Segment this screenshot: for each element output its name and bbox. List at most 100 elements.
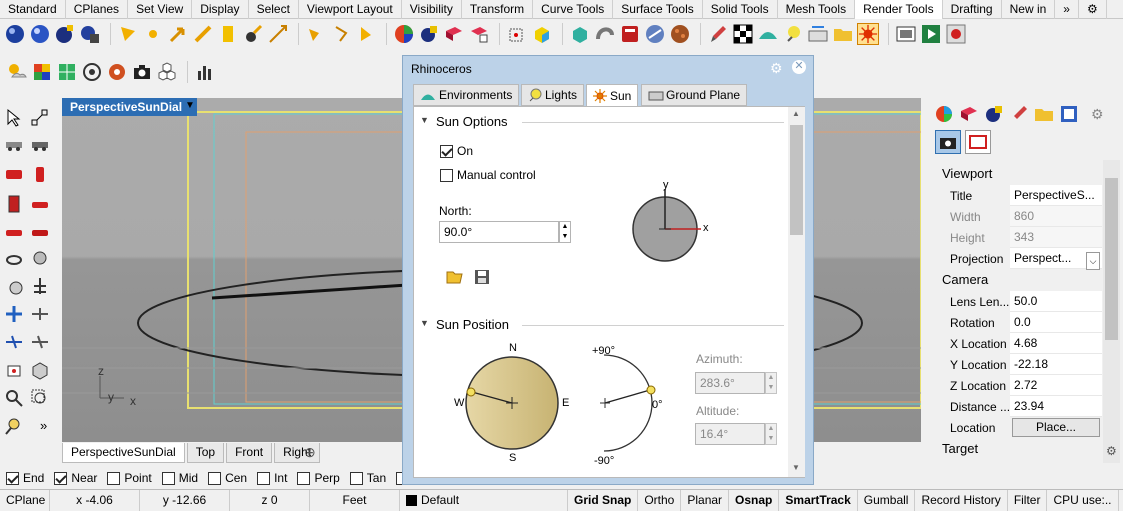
- camera-icon[interactable]: [131, 61, 153, 83]
- bounding-box-icon[interactable]: [506, 23, 528, 45]
- open-folder-icon[interactable]: [446, 269, 464, 285]
- place-button[interactable]: Place...: [1012, 418, 1100, 437]
- tab-ground-plane[interactable]: Ground Plane: [641, 84, 748, 106]
- keyboard-icon[interactable]: [807, 23, 829, 45]
- sun-panel-scrollbar[interactable]: ▲ ▼: [788, 107, 805, 477]
- record-icon[interactable]: [945, 23, 967, 45]
- red-cabinet-icon[interactable]: [4, 194, 24, 214]
- toolbar-tab-render-tools[interactable]: Render Tools: [855, 0, 943, 19]
- sun-icon[interactable]: [857, 23, 879, 45]
- viewport-tab-front[interactable]: Front: [226, 443, 273, 463]
- sun-panel-scroll-thumb[interactable]: [790, 125, 803, 235]
- directional-light-icon[interactable]: [167, 23, 189, 45]
- altitude-spinner[interactable]: ▲ ▼: [765, 423, 777, 445]
- add-viewport-icon[interactable]: ⊕: [304, 444, 316, 461]
- render-icon[interactable]: [54, 23, 76, 45]
- osnap-int[interactable]: Int: [257, 471, 287, 485]
- dialog-close-icon[interactable]: ✕: [792, 60, 806, 74]
- scroll-down-icon[interactable]: ▼: [792, 463, 800, 472]
- osnap-tan[interactable]: Tan: [349, 471, 386, 485]
- scroll-up-icon[interactable]: ▲: [792, 109, 800, 118]
- material-icon[interactable]: [418, 23, 440, 45]
- ring-icon[interactable]: [4, 248, 24, 268]
- status-layer[interactable]: Default: [400, 490, 568, 511]
- aperture-icon[interactable]: [106, 61, 128, 83]
- light-direction-icon[interactable]: [330, 23, 352, 45]
- toolbar-tab-drafting[interactable]: Drafting: [943, 0, 1002, 19]
- status-toggle-smarttrack[interactable]: SmartTrack: [779, 490, 858, 511]
- environment-map-icon[interactable]: [644, 23, 666, 45]
- osnap-point-box[interactable]: [107, 471, 121, 485]
- folder-icon[interactable]: [832, 23, 854, 45]
- osnap-perp[interactable]: Perp: [297, 471, 340, 485]
- material-tab-icon[interactable]: [958, 103, 980, 125]
- osnap-mid[interactable]: Mid: [161, 471, 198, 485]
- airplane-blue-icon[interactable]: [4, 332, 24, 352]
- red-car-icon[interactable]: [4, 164, 24, 184]
- prop-value[interactable]: -22.18: [1010, 354, 1102, 375]
- sun-options-collapse-icon[interactable]: ▼: [420, 115, 429, 125]
- red-wagon-icon[interactable]: [30, 222, 50, 242]
- light-target-icon[interactable]: [267, 23, 289, 45]
- osnap-end-box[interactable]: [6, 471, 19, 485]
- red-bottle-icon[interactable]: [30, 164, 50, 184]
- point-icon[interactable]: [30, 108, 50, 128]
- texture-icon[interactable]: [443, 23, 465, 45]
- toolbar-tab-display[interactable]: Display: [192, 0, 249, 19]
- decal-icon[interactable]: [468, 23, 490, 45]
- status-toggle-ortho[interactable]: Ortho: [638, 490, 682, 511]
- texture-mapping-icon[interactable]: [531, 23, 553, 45]
- status-toggle-record-history[interactable]: Record History: [915, 490, 1008, 511]
- sun-on-checkbox[interactable]: On: [440, 144, 473, 158]
- light-hotspot-icon[interactable]: [355, 23, 377, 45]
- status-toggle-osnap[interactable]: Osnap: [729, 490, 780, 511]
- toolbar-tab-transform[interactable]: Transform: [462, 0, 534, 19]
- flamingo-icon[interactable]: [594, 23, 616, 45]
- status-toggle-filter[interactable]: Filter: [1008, 490, 1048, 511]
- status-toggle-grid-snap[interactable]: Grid Snap: [568, 490, 639, 511]
- viewport-title[interactable]: PerspectiveSunDial: [62, 98, 197, 116]
- osnap-near-box[interactable]: [54, 471, 68, 485]
- linear-light-icon[interactable]: [192, 23, 214, 45]
- toolbar-tab-surface-tools[interactable]: Surface Tools: [613, 0, 703, 19]
- red-vehicle-icon[interactable]: [30, 194, 50, 214]
- osnap-near[interactable]: Near: [54, 471, 97, 485]
- help-tab-icon[interactable]: [1058, 103, 1080, 125]
- toolbar-tab-cplanes[interactable]: CPlanes: [66, 0, 129, 19]
- panel-settings-gear-icon[interactable]: ⚙: [1091, 106, 1104, 123]
- osnap-point[interactable]: Point: [107, 471, 152, 485]
- sun-on-box[interactable]: [440, 144, 453, 158]
- sphere-gray-icon[interactable]: [30, 248, 50, 268]
- zoom-gold-icon[interactable]: [4, 416, 24, 436]
- osnap-end[interactable]: End: [6, 471, 44, 485]
- toolbar-tab-standard[interactable]: Standard: [0, 0, 66, 19]
- lamp-grid-icon[interactable]: [56, 61, 78, 83]
- prop-value[interactable]: 0.0: [1010, 312, 1102, 333]
- lights-panel-icon[interactable]: [782, 23, 804, 45]
- osnap-cen-box[interactable]: [208, 471, 222, 485]
- toolbar-tab-mesh-tools[interactable]: Mesh Tools: [778, 0, 856, 19]
- prop-value[interactable]: PerspectiveS...: [1010, 185, 1102, 206]
- sphere-blue-icon[interactable]: [4, 23, 26, 45]
- grid-colors-icon[interactable]: [31, 61, 53, 83]
- tab-lights[interactable]: Lights: [521, 84, 585, 106]
- north-spinner[interactable]: ▲ ▼: [559, 221, 571, 243]
- viewport-tab-perspectivesundial[interactable]: PerspectiveSunDial: [62, 443, 185, 463]
- tab-environments[interactable]: Environments: [413, 84, 520, 106]
- mesh-box-icon[interactable]: [569, 23, 591, 45]
- play-icon[interactable]: [920, 23, 942, 45]
- sun-light-icon[interactable]: [242, 23, 264, 45]
- prop-value[interactable]: 50.0: [1010, 291, 1102, 312]
- select-arrow-icon[interactable]: [4, 108, 24, 128]
- render-save-icon[interactable]: [79, 23, 101, 45]
- edit-light-icon[interactable]: [305, 23, 327, 45]
- viewport-tab-top[interactable]: Top: [186, 443, 225, 463]
- brush-tab-icon[interactable]: [1008, 103, 1030, 125]
- save-file-icon[interactable]: [474, 269, 492, 285]
- bar-chart-icon[interactable]: [194, 61, 216, 83]
- color-wheel-icon[interactable]: [933, 103, 955, 125]
- toolbar-tab-new-in[interactable]: New in: [1002, 0, 1056, 19]
- cubes-icon[interactable]: [156, 61, 178, 83]
- toolbar-tab-set-view[interactable]: Set View: [128, 0, 193, 19]
- zoom-window-icon[interactable]: [30, 388, 50, 408]
